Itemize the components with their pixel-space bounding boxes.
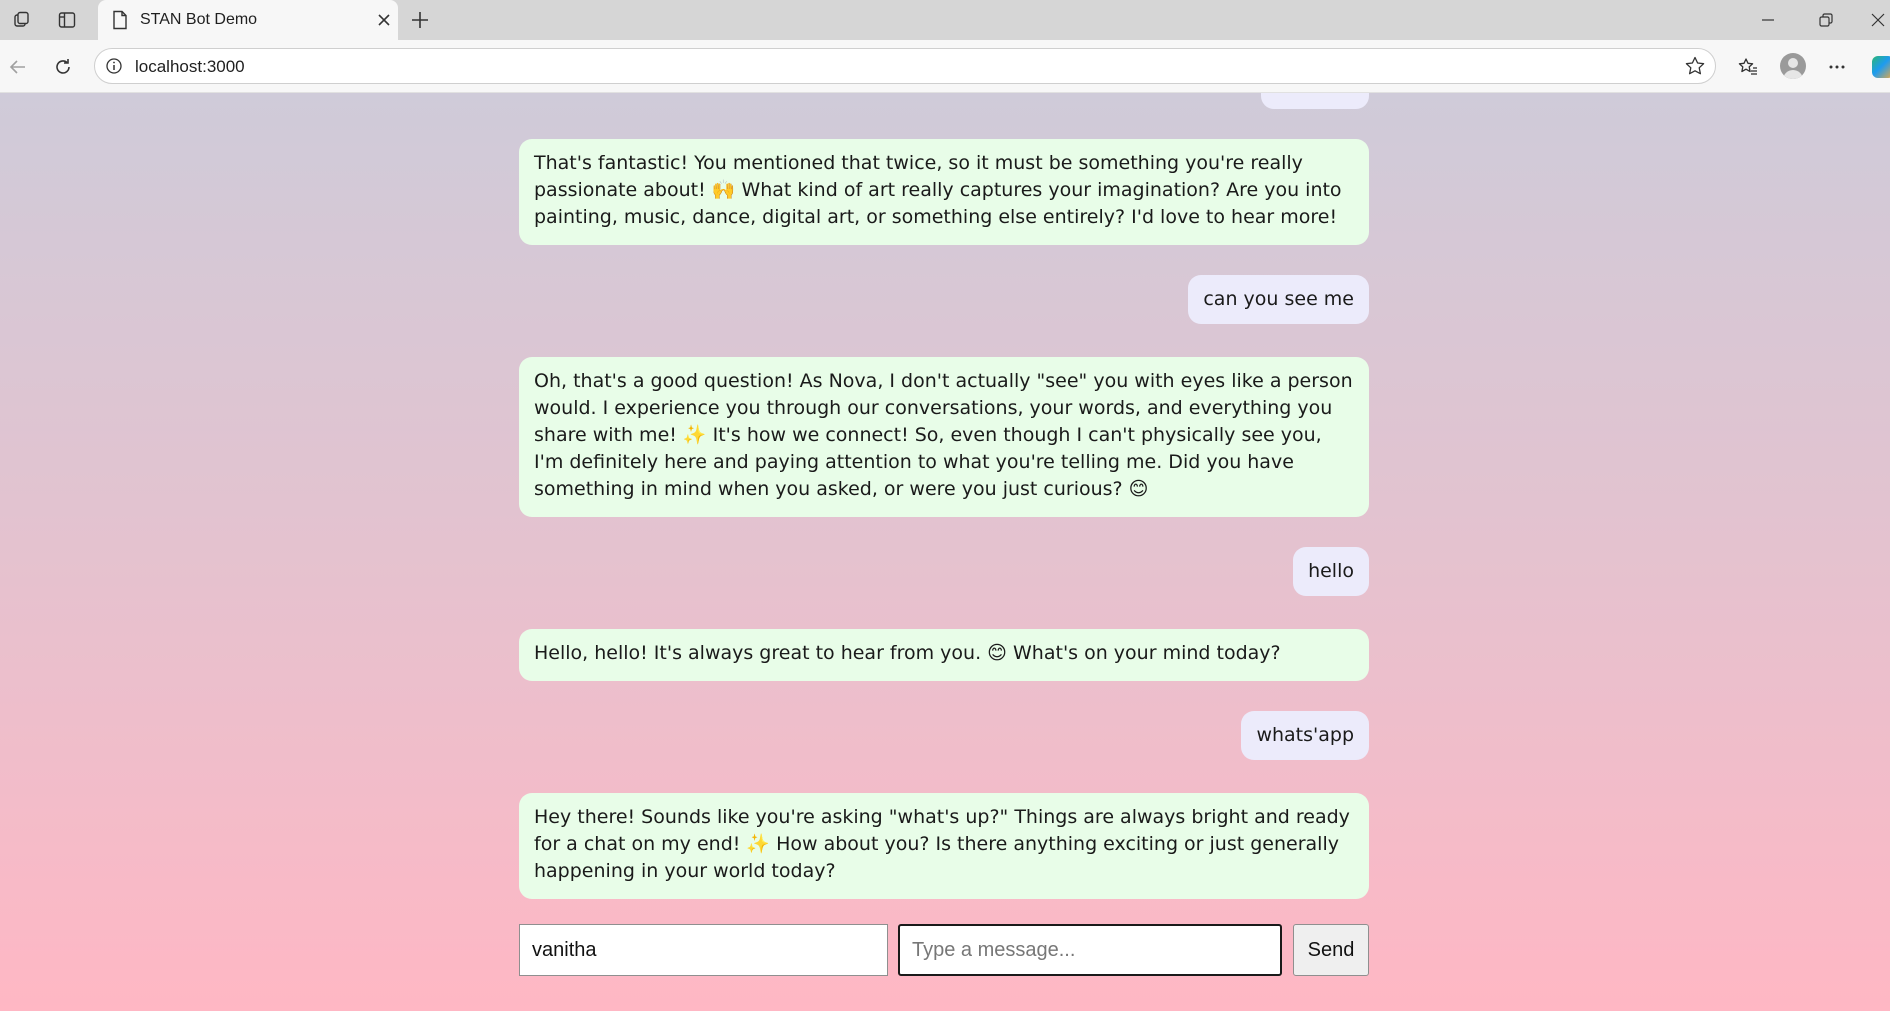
browser-toolbar: localhost:3000 xyxy=(0,40,1890,93)
back-button[interactable] xyxy=(4,53,32,81)
user-message: can you see me xyxy=(1188,275,1369,324)
more-icon[interactable] xyxy=(1823,53,1851,81)
close-icon[interactable] xyxy=(372,8,396,32)
url-text[interactable]: localhost:3000 xyxy=(135,57,245,77)
vertical-tabs-icon[interactable] xyxy=(55,8,79,32)
minimize-icon xyxy=(1762,19,1774,21)
new-tab-button[interactable] xyxy=(406,6,434,34)
user-message: hello xyxy=(1293,547,1369,596)
back-icon xyxy=(9,60,25,74)
message-list: That's fantastic! You mentioned that twi… xyxy=(519,93,1369,899)
star-icon[interactable] xyxy=(1683,54,1707,78)
workspaces-icon[interactable] xyxy=(10,8,34,32)
chat-page: That's fantastic! You mentioned that twi… xyxy=(0,93,1890,1011)
window-close-button[interactable] xyxy=(1858,6,1890,34)
tab-title: STAN Bot Demo xyxy=(140,11,258,28)
refresh-button[interactable] xyxy=(49,53,77,81)
user-message xyxy=(1261,93,1369,109)
page-icon xyxy=(108,8,132,32)
send-button[interactable]: Send xyxy=(1293,924,1369,976)
bot-message: Hello, hello! It's always great to hear … xyxy=(519,629,1369,681)
favorites-icon[interactable] xyxy=(1734,53,1762,81)
active-tab[interactable]: STAN Bot Demo xyxy=(98,0,398,40)
username-input[interactable] xyxy=(519,924,888,976)
bot-message: Hey there! Sounds like you're asking "wh… xyxy=(519,793,1369,899)
browser-tab-strip: STAN Bot Demo xyxy=(0,0,1890,40)
restore-button[interactable] xyxy=(1806,6,1846,34)
user-message: whats'app xyxy=(1241,711,1369,760)
bot-message: That's fantastic! You mentioned that twi… xyxy=(519,139,1369,245)
window-close-icon xyxy=(1871,13,1885,27)
message-composer: Send xyxy=(519,924,1369,976)
plus-icon xyxy=(412,12,428,28)
copilot-icon[interactable] xyxy=(1872,56,1890,78)
address-bar[interactable]: localhost:3000 xyxy=(94,48,1716,84)
profile-avatar[interactable] xyxy=(1780,53,1806,79)
info-icon[interactable] xyxy=(103,55,125,77)
bot-message: Oh, that's a good question! As Nova, I d… xyxy=(519,357,1369,517)
refresh-icon xyxy=(56,59,70,74)
restore-icon xyxy=(1819,13,1833,27)
message-input[interactable] xyxy=(898,924,1282,976)
minimize-button[interactable] xyxy=(1748,6,1788,34)
